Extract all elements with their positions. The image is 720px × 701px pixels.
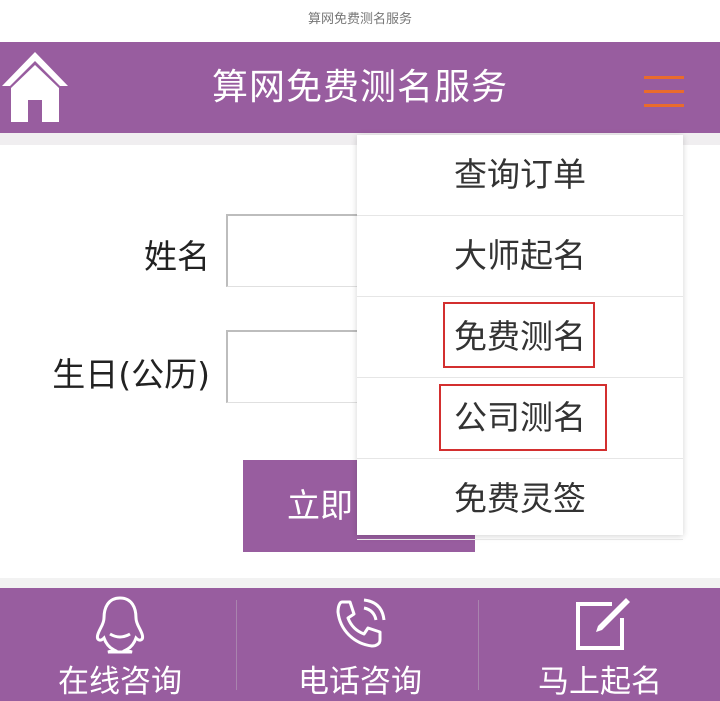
qq-penguin-icon <box>96 596 144 654</box>
menu-item-master-naming[interactable]: 大师起名 <box>357 216 683 297</box>
footer-separator <box>478 600 479 690</box>
menu-item-query-order[interactable]: 查询订单 <box>357 135 683 216</box>
footer-name-now-label: 马上起名 <box>538 664 662 700</box>
menu-button[interactable] <box>640 70 690 114</box>
footer-online-consult[interactable]: 在线咨询 <box>0 588 240 701</box>
menu-item-company-name-test[interactable]: 公司测名 <box>357 378 683 459</box>
name-label: 姓名 <box>144 237 210 276</box>
menu-item-free-fortune-stick[interactable]: 免费灵签 <box>357 459 683 540</box>
menu-item-free-name-test[interactable]: 免费测名 <box>357 297 683 378</box>
name-input[interactable] <box>226 214 369 287</box>
birthday-label: 生日(公历) <box>52 355 210 394</box>
header: 算网免费测名服务 <box>0 42 720 133</box>
phone-icon <box>336 598 386 648</box>
footer-phone-consult-label: 电话咨询 <box>298 664 422 700</box>
footer-divider <box>0 578 720 588</box>
footer-separator <box>236 600 237 690</box>
footer-name-now[interactable]: 马上起名 <box>480 588 720 701</box>
hamburger-menu-icon <box>644 76 684 79</box>
footer-online-consult-label: 在线咨询 <box>58 664 182 700</box>
birthday-input[interactable] <box>226 330 369 403</box>
header-title: 算网免费测名服务 <box>211 67 508 108</box>
edit-icon <box>576 598 630 650</box>
footer-phone-consult[interactable]: 电话咨询 <box>240 588 480 701</box>
dropdown-menu: 查询订单 大师起名 免费测名 公司测名 免费灵签 <box>357 135 683 540</box>
footer-nav: 在线咨询 电话咨询 马上起名 <box>0 588 720 701</box>
window-title: 算网免费测名服务 <box>307 12 412 27</box>
